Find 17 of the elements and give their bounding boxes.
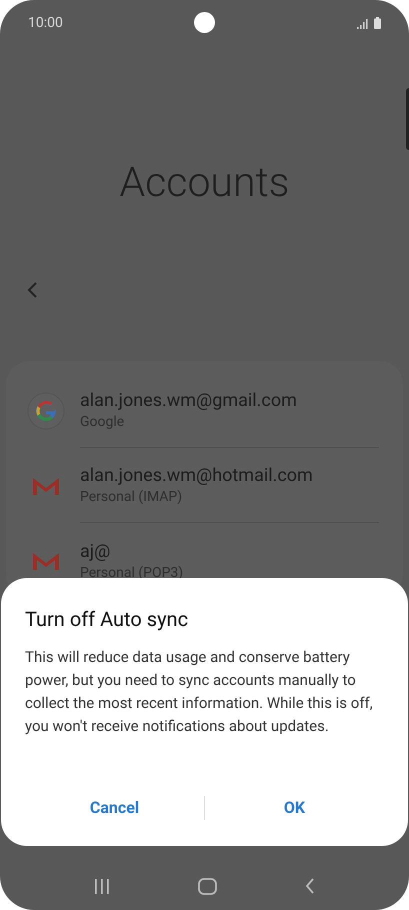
account-email: alan.jones.wm@gmail.com [80,389,298,413]
account-email: alan.jones.wm@hotmail.com [80,464,314,488]
recent-apps-icon[interactable] [94,878,110,894]
dialog-button[interactable]: OK [272,796,318,820]
camera-hole [194,12,215,33]
back-nav-icon[interactable] [305,878,315,894]
dialog-message: This will reduce data usage and conserve battery power, but you need to sync accounts manually to collect the most recent information. While this is off, you won't receive notifications about updates. [25,647,374,737]
page-title: Accounts [120,158,290,210]
dialog-button[interactable]: Cancel [78,796,152,820]
google-icon [27,392,65,430]
account-email: aj@ [80,540,112,564]
dialog-title: Turn off Auto sync [25,606,190,632]
home-icon[interactable] [198,878,217,894]
signal-icon [357,19,368,29]
status-time: 10:00 [28,14,63,32]
scroll-indicator [406,88,409,150]
battery-icon [374,17,381,29]
